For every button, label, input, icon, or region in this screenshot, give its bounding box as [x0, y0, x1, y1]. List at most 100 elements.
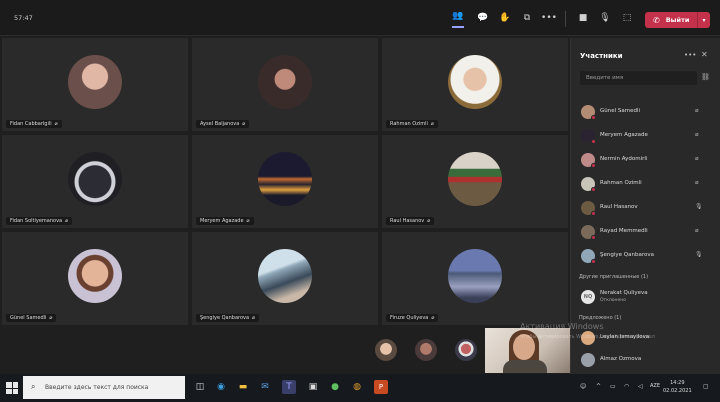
- list-item[interactable]: Meryem Agazade ⌀: [571, 124, 720, 148]
- edge-icon[interactable]: ◉: [214, 380, 228, 394]
- mic-muted-icon: ⌀: [430, 121, 434, 127]
- overflow-strip: [2, 330, 568, 374]
- video-tile[interactable]: Fidan Cabbarlgili ⌀: [2, 38, 188, 131]
- mic-muted-icon: ⌀: [246, 218, 250, 224]
- powerpoint-icon[interactable]: P: [374, 380, 388, 394]
- breakout-rooms-icon[interactable]: ⧉: [521, 12, 533, 24]
- avatar: [448, 55, 502, 109]
- mic-muted-icon: ⌀: [65, 218, 69, 224]
- participant-name: Raul Hasanov: [600, 204, 638, 210]
- list-item[interactable]: Şengiye Qanbarova 🎙: [571, 244, 720, 268]
- people-icon[interactable]: ☺: [580, 383, 586, 390]
- avatar: [448, 152, 502, 206]
- list-item[interactable]: Rahman Ozimli ⌀: [571, 172, 720, 196]
- windows-taskbar: ⌕ Введите здесь текст для поиска ◫ ◉ ▬ ✉…: [0, 374, 720, 402]
- overflow-avatar[interactable]: [375, 339, 397, 361]
- avatar: [448, 249, 502, 303]
- activation-watermark-title: Активация Windows: [520, 322, 604, 331]
- mic-icon: 🎙: [695, 203, 703, 210]
- mic-muted-icon: ⌀: [695, 179, 699, 186]
- avatar: [258, 249, 312, 303]
- taskbar-search-input[interactable]: ⌕ Введите здесь текст для поиска: [23, 376, 185, 399]
- overflow-avatar[interactable]: [455, 339, 477, 361]
- video-tile[interactable]: Günel Samedli ⌀: [2, 232, 188, 325]
- participant-status: Отклонено: [600, 298, 626, 303]
- share-invite-icon[interactable]: ⛓: [701, 73, 710, 81]
- video-tile[interactable]: Meryem Agazade ⌀: [192, 135, 378, 228]
- raise-hand-icon[interactable]: ✋: [499, 12, 511, 24]
- input-language[interactable]: AZE: [650, 383, 660, 389]
- avatar: [68, 152, 122, 206]
- store-icon[interactable]: ▣: [306, 380, 320, 394]
- windows-start-icon[interactable]: [6, 382, 18, 394]
- video-tile[interactable]: Şengiye Qanbarova ⌀: [192, 232, 378, 325]
- leave-button[interactable]: ✆ Выйти ▾: [645, 12, 710, 28]
- overflow-avatar[interactable]: [415, 339, 437, 361]
- avatar: [68, 55, 122, 109]
- panel-title: Участники: [580, 52, 623, 60]
- avatar: [258, 152, 312, 206]
- chat-icon[interactable]: 💬: [477, 12, 489, 24]
- mic-muted-icon: ⌀: [242, 121, 246, 127]
- list-item[interactable]: Almaz Ozmova: [571, 348, 720, 372]
- video-tile[interactable]: Raul Hasanov ⌀: [382, 135, 568, 228]
- tile-name: Firuze Quliyeva ⌀: [386, 314, 439, 322]
- more-actions-icon[interactable]: •••: [541, 12, 557, 24]
- participant-name: Nermin Aydomirli: [600, 156, 648, 162]
- file-explorer-icon[interactable]: ▬: [236, 380, 250, 394]
- clock-time: 14:29: [670, 380, 685, 386]
- section-header-other[interactable]: Другие приглашенные (1): [579, 274, 648, 280]
- list-item[interactable]: NQ Nerakat Quliyeva Отклонено: [571, 286, 720, 310]
- tile-name: Rahman Ozimli ⌀: [386, 120, 438, 128]
- participant-name: Nerakat Quliyeva: [600, 290, 648, 296]
- app-icon[interactable]: ●: [328, 380, 342, 394]
- chevron-down-icon[interactable]: ▾: [697, 12, 710, 28]
- system-clock[interactable]: 14:29 02.02.2021: [663, 379, 692, 395]
- mail-icon[interactable]: ✉: [258, 380, 272, 394]
- mic-muted-icon: ⌀: [695, 107, 699, 114]
- mic-muted-icon: ⌀: [431, 315, 435, 321]
- task-view-icon[interactable]: ◫: [193, 380, 207, 394]
- avatar: [68, 249, 122, 303]
- participant-name: Şengiye Qanbarova: [600, 252, 654, 258]
- mic-muted-icon: ⌀: [695, 227, 699, 234]
- more-options-icon[interactable]: •••: [684, 51, 696, 59]
- camera-icon[interactable]: ■: [577, 12, 589, 24]
- microphone-icon[interactable]: 🎙: [599, 12, 611, 24]
- mic-muted-icon: ⌀: [695, 131, 699, 138]
- participant-search-input[interactable]: Введите имя: [580, 71, 697, 85]
- section-header-invited[interactable]: Предложено (1): [579, 315, 621, 321]
- video-tile[interactable]: Aysel Baljanova ⌀: [192, 38, 378, 131]
- participants-icon[interactable]: 👥: [452, 10, 464, 28]
- list-item[interactable]: Günel Samedli ⌀: [571, 100, 720, 124]
- notifications-icon[interactable]: ▢: [703, 383, 709, 390]
- status-badge: [591, 187, 596, 192]
- participant-name: Meryem Agazade: [600, 132, 648, 138]
- search-placeholder: Введите здесь текст для поиска: [45, 384, 149, 391]
- video-tile[interactable]: Rahman Ozimli ⌀: [382, 38, 568, 131]
- video-tile[interactable]: Fidan Soltiyemanova ⌀: [2, 135, 188, 228]
- battery-icon[interactable]: ▭: [610, 383, 616, 390]
- mic-muted-icon: ⌀: [49, 315, 53, 321]
- participant-name: Rayad Memmedli: [600, 228, 648, 234]
- teams-meeting-window: 57:47 👥 💬 ✋ ⧉ ••• ■ 🎙 ⬚ ✆ Выйти ▾ Fidan …: [0, 0, 720, 402]
- avatar: [258, 55, 312, 109]
- tile-name: Şengiye Qanbarova ⌀: [196, 314, 260, 322]
- leave-label: Выйти: [665, 16, 690, 24]
- chevron-up-icon[interactable]: ^: [596, 383, 601, 390]
- list-item[interactable]: Rayad Memmedli ⌀: [571, 220, 720, 244]
- video-tile[interactable]: Firuze Quliyeva ⌀: [382, 232, 568, 325]
- chrome-icon[interactable]: ◍: [350, 380, 364, 394]
- volume-icon[interactable]: ◁: [638, 383, 643, 390]
- participant-list: Günel Samedli ⌀ Meryem Agazade ⌀ Nermin …: [571, 100, 720, 268]
- close-icon[interactable]: ✕: [701, 50, 708, 59]
- list-item[interactable]: Raul Hasanov 🎙: [571, 196, 720, 220]
- participant-name: Günel Samedli: [600, 108, 641, 114]
- list-item[interactable]: Nermin Aydomirli ⌀: [571, 148, 720, 172]
- mic-muted-icon: ⌀: [695, 155, 699, 162]
- avatar: NQ: [581, 290, 595, 304]
- wifi-icon[interactable]: ◠: [624, 383, 629, 390]
- share-screen-icon[interactable]: ⬚: [621, 12, 633, 24]
- activation-watermark-subtitle: Чтобы активировать Windows, перейдите в …: [520, 334, 655, 340]
- teams-icon[interactable]: T: [282, 380, 296, 394]
